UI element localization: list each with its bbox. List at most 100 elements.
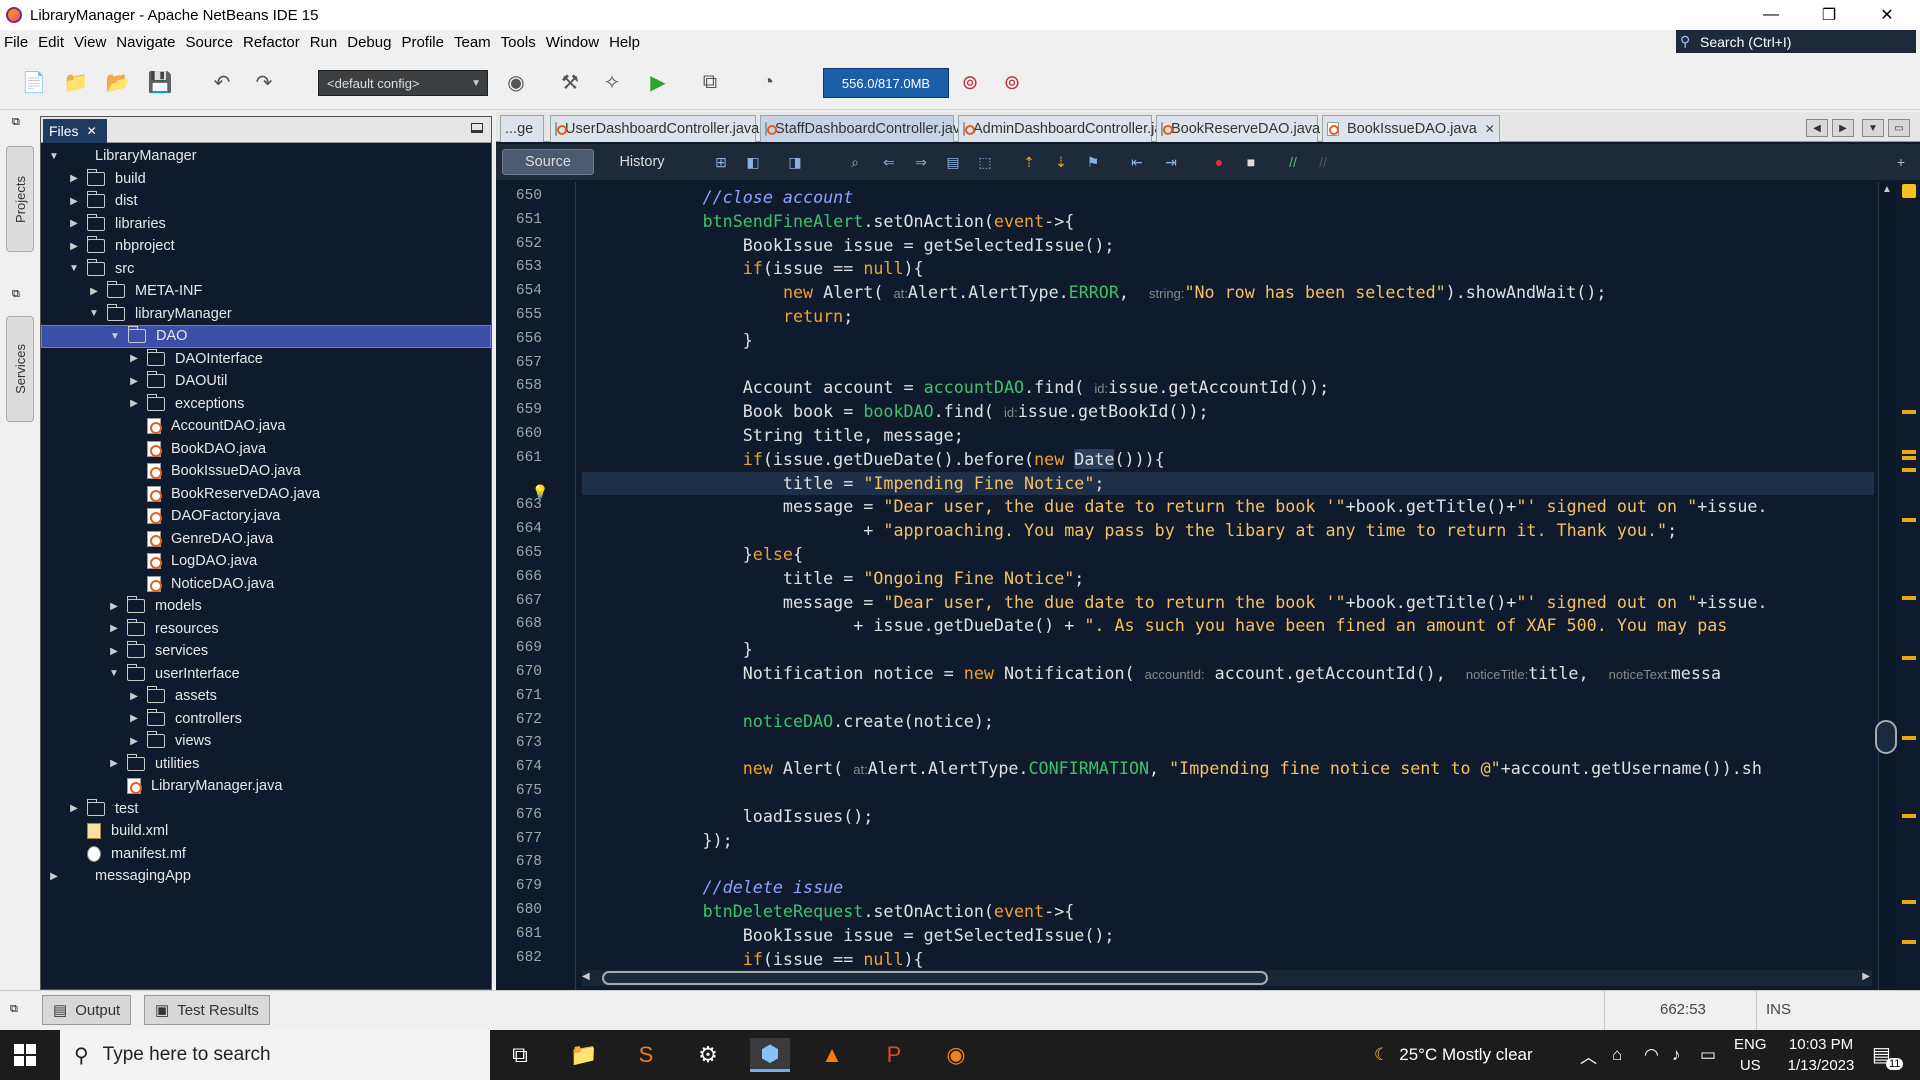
code-line[interactable]: + "approaching. You may pass by the liba… (582, 519, 1874, 542)
record-macro-icon[interactable]: ● (1210, 153, 1228, 171)
menu-run[interactable]: Run (310, 34, 338, 51)
output-tab[interactable]: ▤ Output (42, 995, 132, 1025)
code-line[interactable]: title = "Ongoing Fine Notice"; (582, 567, 1874, 590)
new-project-icon[interactable]: 📁 (62, 68, 90, 96)
editor-tab[interactable]: ...ge (500, 115, 544, 142)
tree-item[interactable]: ▶ dist (41, 190, 491, 213)
tree-item[interactable]: ▼ userInterface (41, 663, 491, 686)
split-editor-icon[interactable]: + (1892, 153, 1910, 171)
code-line[interactable]: Account account = accountDAO.find( id:is… (582, 376, 1874, 399)
forward-icon[interactable]: ◨ (786, 153, 804, 171)
editor-tab[interactable]: BookIssueDAO.java ✕ (1322, 115, 1500, 142)
code-line[interactable]: if(issue == null){ (582, 948, 1874, 971)
collapsed-arrow-icon[interactable]: ▶ (107, 646, 121, 657)
close-icon[interactable]: ✕ (87, 124, 97, 138)
netbeans-taskbar-icon[interactable]: ⬢ (750, 1038, 790, 1072)
projects-side-tab[interactable]: Projects (6, 146, 34, 252)
last-edit-icon[interactable]: ⊞ (712, 153, 730, 171)
files-tab[interactable]: Files ✕ (43, 119, 107, 143)
show-hidden-icons-icon[interactable]: ︿ (1580, 1030, 1597, 1080)
expanded-arrow-icon[interactable]: ▼ (108, 331, 122, 342)
code-line[interactable]: if(issue.getDueDate().before(new Date())… (582, 448, 1874, 471)
code-line[interactable]: }else{ (582, 543, 1874, 566)
code-line[interactable] (582, 353, 1874, 376)
tree-item[interactable]: ▶ resources (41, 618, 491, 641)
tree-item[interactable]: ▶ libraries (41, 213, 491, 236)
weather-widget[interactable]: ☾ 25°C Mostly clear (1374, 1030, 1533, 1080)
collapsed-arrow-icon[interactable]: ▶ (107, 758, 121, 769)
prev-bookmark-icon[interactable]: ⇡ (1020, 153, 1038, 171)
shift-right-icon[interactable]: ⇥ (1162, 153, 1180, 171)
find-icon[interactable]: ⌕ (846, 153, 864, 171)
stripe-mark[interactable] (1902, 814, 1916, 818)
build-hammer-icon[interactable]: ⚒ (556, 68, 584, 96)
tab-list-dropdown-icon[interactable]: ▼ (1862, 119, 1884, 137)
menu-debug[interactable]: Debug (347, 34, 391, 51)
file-explorer-icon[interactable]: 📁 (564, 1038, 604, 1072)
restore-window-group-icon-2[interactable]: ⧉ (12, 288, 20, 301)
code-line[interactable]: noticeDAO.create(notice); (582, 710, 1874, 733)
code-line[interactable]: BookIssue issue = getSelectedIssue(); (582, 234, 1874, 257)
scroll-right-icon[interactable]: ▶ (1862, 971, 1870, 982)
taskbar-search[interactable]: ⚲ Type here to search (60, 1030, 490, 1080)
menu-file[interactable]: File (4, 34, 28, 51)
tree-item[interactable]: build.xml (41, 820, 491, 843)
services-side-tab[interactable]: Services (6, 316, 34, 422)
collapsed-arrow-icon[interactable]: ▶ (127, 376, 141, 387)
find-next-icon[interactable]: ⇒ (912, 153, 930, 171)
tree-item[interactable]: BookIssueDAO.java (41, 460, 491, 483)
menu-refactor[interactable]: Refactor (243, 34, 300, 51)
code-line[interactable]: new Alert( at:Alert.AlertType.ERROR, str… (582, 281, 1874, 304)
code-line[interactable]: message = "Dear user, the due date to re… (582, 495, 1874, 518)
tree-item[interactable]: ▶ DAOUtil (41, 370, 491, 393)
config-select[interactable]: <default config> ▼ (318, 70, 488, 96)
stripe-mark[interactable] (1902, 940, 1916, 944)
volume-icon[interactable]: ♪ (1672, 1030, 1681, 1080)
history-view-button[interactable]: History (596, 149, 688, 175)
code-line[interactable]: message = "Dear user, the due date to re… (582, 591, 1874, 614)
tree-item[interactable]: ▶ messagingApp (41, 865, 491, 888)
expanded-arrow-icon[interactable]: ▼ (47, 151, 61, 162)
code-line[interactable]: //close account (582, 186, 1874, 209)
menu-source[interactable]: Source (185, 34, 233, 51)
tree-item[interactable]: LibraryManager.java (41, 775, 491, 798)
toggle-bookmark-icon[interactable]: ⚑ (1084, 153, 1102, 171)
restore-output-icon[interactable]: ⧉ (10, 1003, 18, 1016)
tree-item[interactable]: LogDAO.java (41, 550, 491, 573)
code-line[interactable]: //delete issue (582, 876, 1874, 899)
collapsed-arrow-icon[interactable]: ▶ (47, 871, 61, 882)
windows-start-icon[interactable] (14, 1044, 36, 1066)
stripe-mark[interactable] (1902, 450, 1916, 454)
language-indicator[interactable]: ENG US (1734, 1034, 1767, 1076)
stripe-mark[interactable] (1902, 468, 1916, 472)
error-stripe[interactable] (1898, 182, 1920, 1080)
new-file-icon[interactable]: 📄 (20, 68, 48, 96)
code-line[interactable] (582, 686, 1874, 709)
editor-tab[interactable]: StaffDashboardController.java✕ (760, 115, 986, 142)
collapsed-arrow-icon[interactable]: ▶ (87, 286, 101, 297)
vertical-scrollbar[interactable]: ▲ ▼ (1875, 182, 1897, 1080)
menu-navigate[interactable]: Navigate (116, 34, 175, 51)
expanded-arrow-icon[interactable]: ▼ (87, 308, 101, 319)
collapsed-arrow-icon[interactable]: ▶ (127, 398, 141, 409)
collapsed-arrow-icon[interactable]: ▶ (127, 691, 141, 702)
code-line[interactable]: return; (582, 305, 1874, 328)
stripe-mark[interactable] (1902, 736, 1916, 740)
save-all-icon[interactable]: 💾 (146, 68, 174, 96)
tree-item[interactable]: DAOFactory.java (41, 505, 491, 528)
vlc-icon[interactable]: ▲ (812, 1038, 852, 1072)
tree-item[interactable]: GenreDAO.java (41, 528, 491, 551)
editor-tab[interactable]: UserDashboardController.java✕ (550, 115, 777, 142)
globe-icon[interactable]: ◉ (502, 68, 530, 96)
sublime-text-icon[interactable]: S (626, 1038, 666, 1072)
tree-item[interactable]: BookReserveDAO.java (41, 483, 491, 506)
tree-item[interactable]: ▶ utilities (41, 753, 491, 776)
insert-mode[interactable]: INS (1766, 1001, 1791, 1018)
code-line[interactable]: new Alert( at:Alert.AlertType.CONFIRMATI… (582, 757, 1874, 780)
menu-window[interactable]: Window (546, 34, 599, 51)
collapsed-arrow-icon[interactable]: ▶ (107, 623, 121, 634)
menu-profile[interactable]: Profile (401, 34, 444, 51)
wifi-icon[interactable]: ◠ (1644, 1030, 1659, 1080)
tree-item[interactable]: ▼ LibraryManager (41, 145, 491, 168)
uncomment-icon[interactable]: // (1314, 153, 1332, 171)
